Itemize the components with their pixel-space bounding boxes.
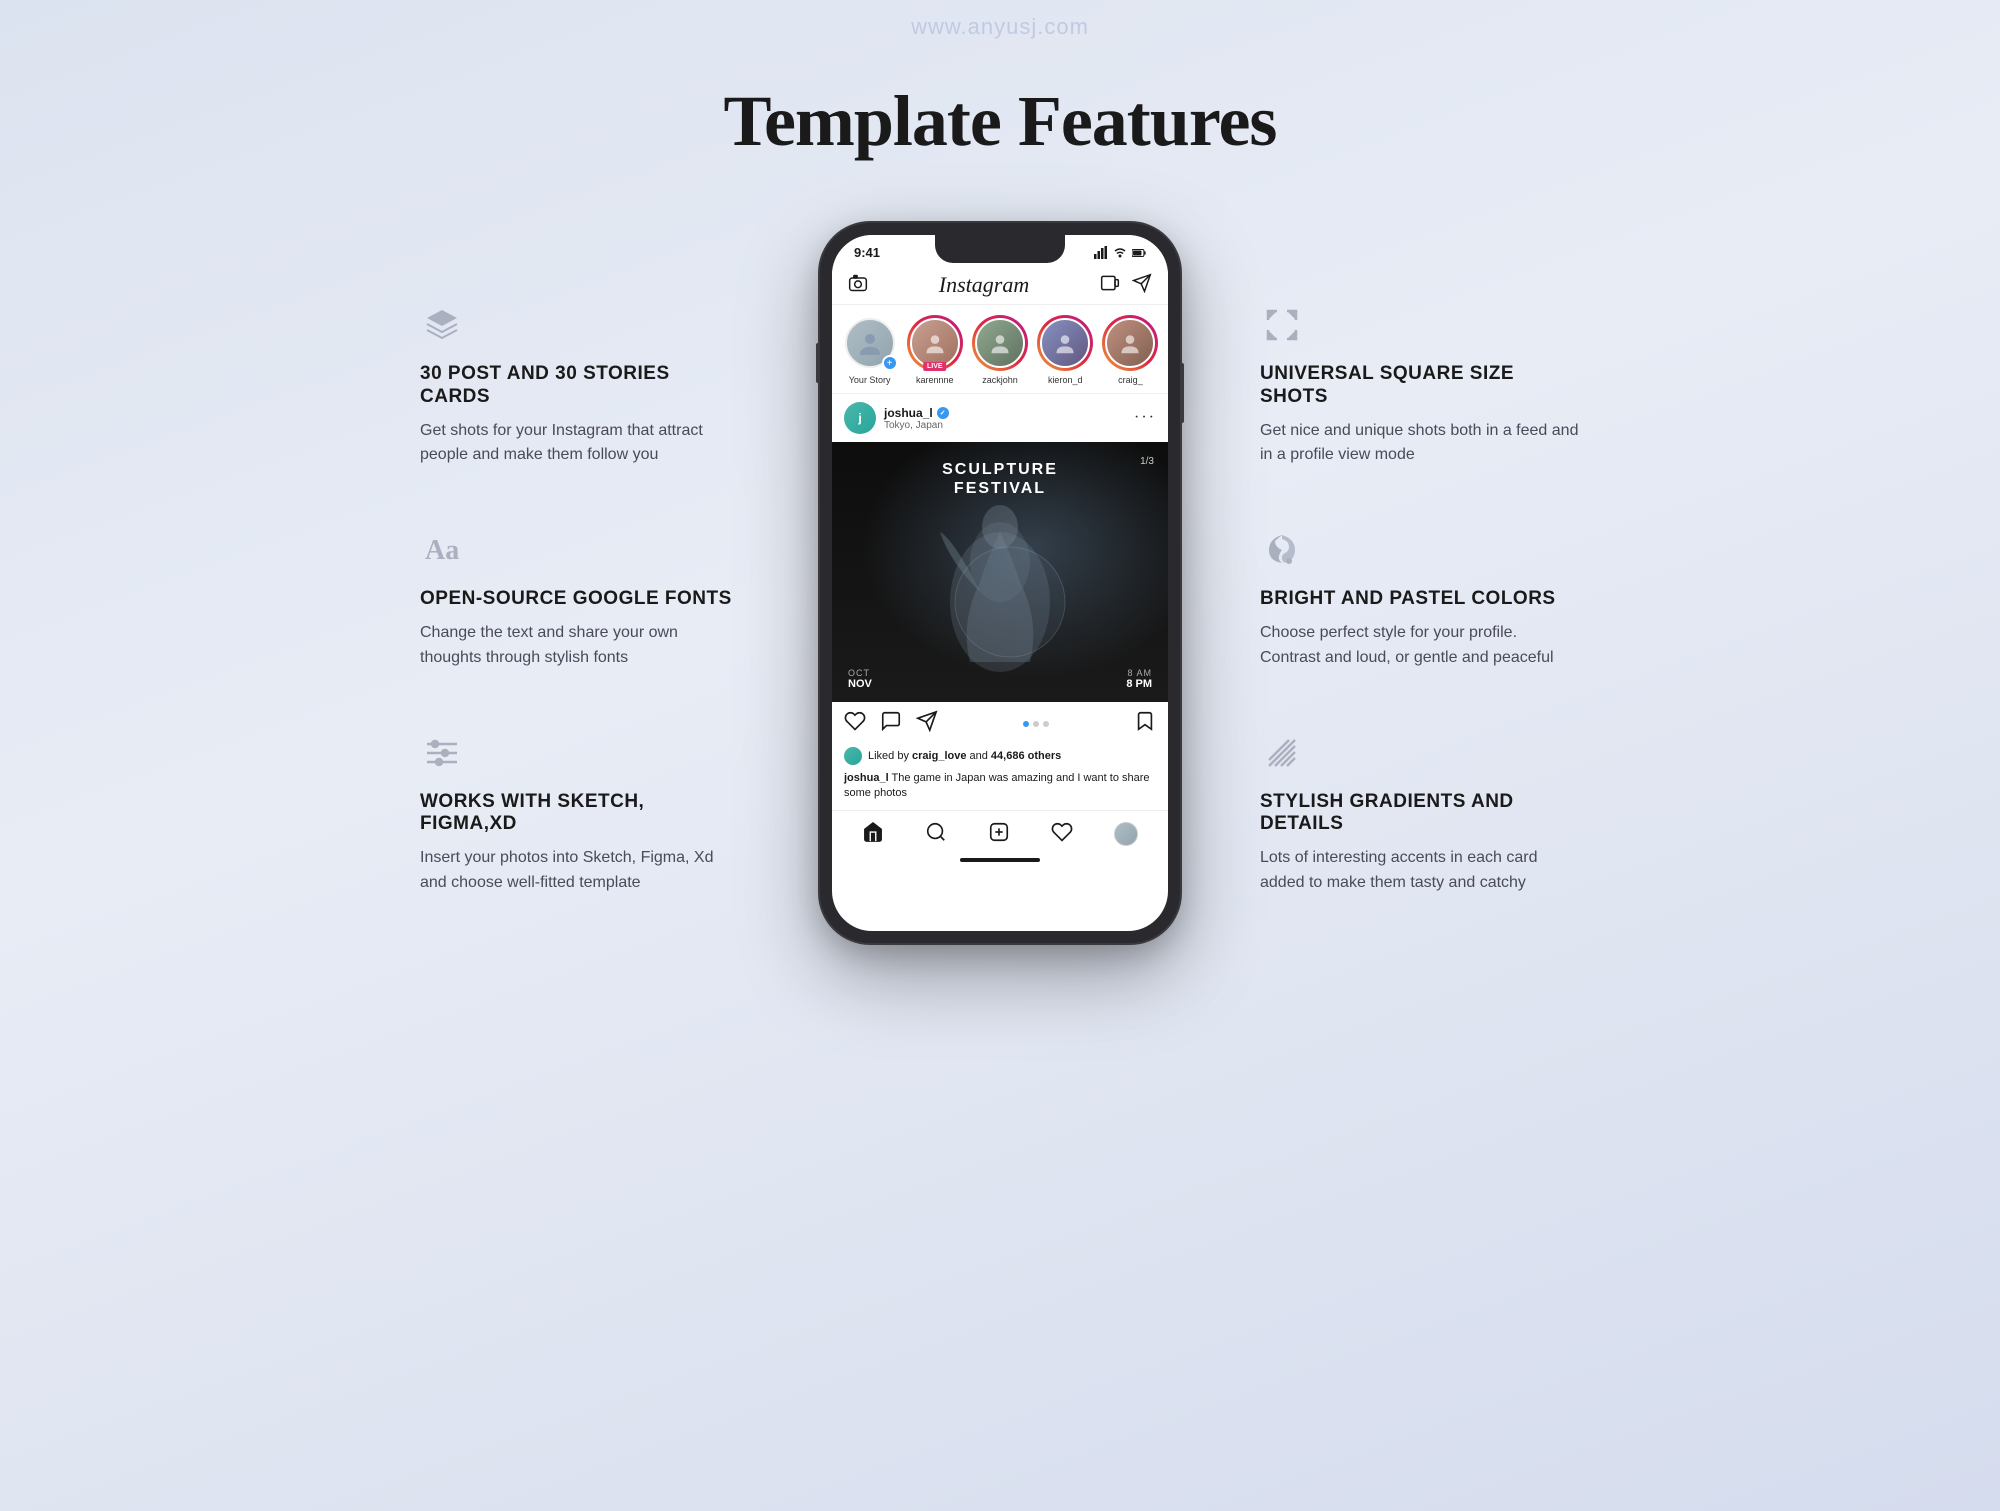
feature-desc-gradients: Lots of interesting accents in each card…	[1260, 846, 1580, 896]
phone-mockup: 9:41	[820, 223, 1180, 943]
instagram-logo: Instagram	[939, 272, 1029, 298]
post-location: Tokyo, Japan	[884, 420, 949, 431]
igtv-icon[interactable]	[1100, 273, 1120, 298]
sliders-icon	[420, 731, 464, 775]
phone-screen: 9:41	[832, 235, 1168, 931]
feature-desc-posts: Get shots for your Instagram that attrac…	[420, 419, 740, 469]
story-zackjohn[interactable]: zackjohn	[972, 315, 1027, 385]
post-image: SCULPTURE FESTIVAL 1/3 OCT NOV 8 AM 8	[832, 442, 1168, 702]
verified-icon	[937, 407, 949, 419]
caption-username: joshua_l	[844, 772, 889, 784]
likes-avatar	[844, 747, 862, 765]
comment-button[interactable]	[880, 710, 902, 737]
crop-icon	[1260, 303, 1304, 347]
story-karennne[interactable]: LIVE karennne	[907, 315, 962, 385]
live-badge: LIVE	[923, 362, 947, 371]
story-craig[interactable]: craig_	[1103, 315, 1158, 385]
bookmark-button[interactable]	[1134, 710, 1156, 737]
nav-home[interactable]	[862, 821, 884, 848]
left-features: 30 POST AND 30 STORIES CARDS Get shots f…	[420, 223, 800, 896]
phone-container: 9:41	[800, 223, 1200, 943]
battery-icon	[1132, 246, 1146, 260]
feature-colors: BRIGHT AND PASTEL COLORS Choose perfect …	[1260, 528, 1580, 670]
dot-2	[1033, 721, 1039, 727]
post-header: j joshua_l Tokyo, Japan ···	[832, 394, 1168, 442]
nav-profile[interactable]	[1114, 822, 1138, 846]
feature-title-tools: WORKS WITH SKETCH, FIGMA,XD	[420, 791, 740, 837]
post-image-dates: OCT NOV 8 AM 8 PM	[832, 668, 1168, 690]
bottom-nav	[832, 810, 1168, 854]
nav-add[interactable]	[988, 821, 1010, 848]
like-button[interactable]	[844, 710, 866, 737]
feature-title-shots: UNIVERSAL SQUARE SIZE SHOTS	[1260, 363, 1580, 409]
post-more-icon[interactable]: ···	[1134, 409, 1156, 427]
post-actions-left	[844, 710, 938, 737]
story-label-your: Your Story	[849, 375, 891, 385]
post-caption: joshua_l The game in Japan was amazing a…	[832, 769, 1168, 810]
home-indicator	[960, 858, 1040, 862]
main-content: 30 POST AND 30 STORIES CARDS Get shots f…	[0, 223, 2000, 943]
sculpture-art	[890, 482, 1110, 682]
story-label-karennne: karennne	[916, 375, 954, 385]
right-features: UNIVERSAL SQUARE SIZE SHOTS Get nice and…	[1200, 223, 1580, 896]
feature-desc-shots: Get nice and unique shots both in a feed…	[1260, 419, 1580, 469]
palette-icon	[1260, 528, 1304, 572]
feature-gradients: STYLISH GRADIENTS AND DETAILS Lots of in…	[1260, 731, 1580, 896]
post-avatar: j	[844, 402, 876, 434]
date-left-label: OCT	[848, 668, 872, 678]
add-story-button[interactable]: +	[882, 355, 898, 371]
feature-square-shots: UNIVERSAL SQUARE SIZE SHOTS Get nice and…	[1260, 303, 1580, 468]
sculpture-title-line1: SCULPTURE	[832, 460, 1168, 479]
svg-text:Aa: Aa	[425, 535, 459, 566]
share-button[interactable]	[916, 710, 938, 737]
date-right-value: 8 PM	[1126, 678, 1152, 690]
watermark: www.anyusj.com	[911, 14, 1089, 40]
layers-icon	[420, 303, 464, 347]
feature-tools: WORKS WITH SKETCH, FIGMA,XD Insert your …	[420, 731, 740, 896]
instagram-header: Instagram	[832, 264, 1168, 305]
signal-icon	[1094, 246, 1108, 260]
date-left-value: NOV	[848, 678, 872, 690]
story-label-craig: craig_	[1118, 375, 1143, 385]
page-heading: Template Features	[0, 80, 2000, 163]
date-right-label: 8 AM	[1126, 668, 1152, 678]
status-icons	[1094, 246, 1146, 260]
feature-title-gradients: STYLISH GRADIENTS AND DETAILS	[1260, 791, 1580, 837]
post-user-info[interactable]: j joshua_l Tokyo, Japan	[844, 402, 949, 434]
phone-notch	[935, 235, 1065, 263]
sculpture-title-line2: FESTIVAL	[832, 479, 1168, 498]
nav-search[interactable]	[925, 821, 947, 848]
stories-row: + Your Story	[832, 305, 1168, 394]
gradient-icon	[1260, 731, 1304, 775]
nav-activity[interactable]	[1051, 821, 1073, 848]
feature-desc-fonts: Change the text and share your own thoug…	[420, 621, 740, 671]
story-label-kieron-d: kieron_d	[1048, 375, 1083, 385]
wifi-icon	[1113, 246, 1127, 260]
feature-fonts: Aa OPEN-SOURCE GOOGLE FONTS Change the t…	[420, 528, 740, 670]
story-your[interactable]: + Your Story	[842, 315, 897, 385]
feature-title-fonts: OPEN-SOURCE GOOGLE FONTS	[420, 588, 740, 611]
feature-posts-stories: 30 POST AND 30 STORIES CARDS Get shots f…	[420, 303, 740, 468]
likes-text: Liked by craig_love and 44,686 others	[868, 750, 1061, 762]
post-actions	[832, 702, 1168, 745]
dot-3	[1043, 721, 1049, 727]
feature-title-colors: BRIGHT AND PASTEL COLORS	[1260, 588, 1580, 611]
instagram-header-actions	[1100, 273, 1152, 298]
feature-desc-colors: Choose perfect style for your profile. C…	[1260, 621, 1580, 671]
feature-desc-tools: Insert your photos into Sketch, Figma, X…	[420, 846, 740, 896]
feature-title-posts: 30 POST AND 30 STORIES CARDS	[420, 363, 740, 409]
font-icon: Aa	[420, 528, 464, 572]
story-kieron-d[interactable]: kieron_d	[1038, 315, 1093, 385]
post-image-counter: 1/3	[1140, 456, 1154, 467]
post-image-title: SCULPTURE FESTIVAL	[832, 460, 1168, 498]
post-username: joshua_l	[884, 406, 933, 420]
story-label-zackjohn: zackjohn	[982, 375, 1018, 385]
send-icon[interactable]	[1132, 273, 1152, 298]
camera-icon[interactable]	[848, 273, 868, 298]
status-time: 9:41	[854, 245, 880, 260]
carousel-dots	[1023, 721, 1049, 727]
caption-text: The game in Japan was amazing and I want…	[844, 772, 1150, 799]
dot-1	[1023, 721, 1029, 727]
post-likes: Liked by craig_love and 44,686 others	[832, 745, 1168, 769]
